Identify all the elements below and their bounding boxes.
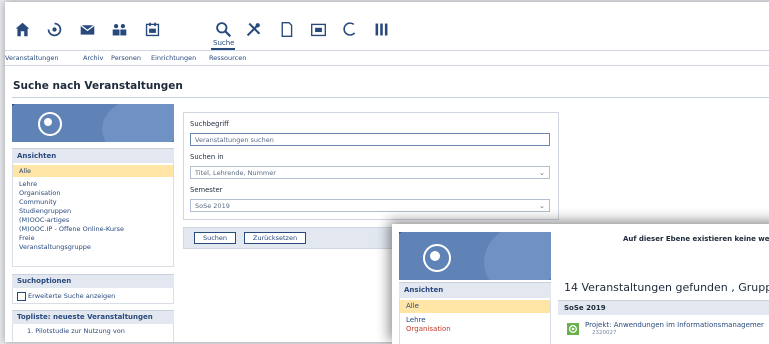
admin-icon[interactable] <box>371 19 391 39</box>
overlay-view-alle[interactable]: Alle <box>400 300 550 313</box>
overlay-sidebar-image <box>399 232 551 280</box>
overlay-views-widget: Alle Lehre Organisation <box>399 298 551 344</box>
overlay-views-header: Ansichten <box>399 282 551 298</box>
search-in-value: Titel, Lehrende, Nummer <box>195 169 276 177</box>
tools-icon[interactable] <box>243 19 263 39</box>
view-item-studiengruppen[interactable]: Studiengruppen <box>19 207 71 215</box>
toplist-header: Topliste: neueste Veranstaltungen <box>12 310 174 324</box>
divider <box>12 97 769 98</box>
view-item-mooc-ip[interactable]: (M)OOC.IP - Offene Online-Kurse <box>19 225 124 233</box>
extended-search-label[interactable]: Erweiterte Suche anzeigen <box>28 292 115 300</box>
view-item-community[interactable]: Community <box>19 198 57 206</box>
toplist-widget: 1. Pilotstudie zur Nutzung von <box>12 324 174 342</box>
search-button[interactable]: Suchen <box>194 232 236 244</box>
chevron-down-icon: ⌄ <box>539 202 545 210</box>
toplist-item[interactable]: 1. Pilotstudie zur Nutzung von <box>27 327 125 335</box>
top-navigation-bar: Suche <box>5 2 769 51</box>
reset-button[interactable]: Zurücksetzen <box>244 232 306 244</box>
semester-label: Semester <box>190 186 223 194</box>
views-widget: Alle Lehre Organisation Community Studie… <box>12 163 174 267</box>
active-nav-label: Suche <box>213 39 235 47</box>
overlay-view-lehre[interactable]: Lehre <box>406 316 426 324</box>
view-item-alle[interactable]: Alle <box>13 165 173 177</box>
search-options-widget: Erweiterte Suche anzeigen <box>12 288 174 304</box>
search-in-label: Suchen in <box>190 153 224 161</box>
search-in-select[interactable]: Titel, Lehrende, Nummer ⌄ <box>190 166 550 179</box>
search-form: Suchbegriff Veranstaltungen suchen Suche… <box>183 112 559 220</box>
course-icon <box>567 323 579 335</box>
subnav-ressourcen[interactable]: Ressourcen <box>209 54 246 62</box>
semester-value: SoSe 2019 <box>195 202 230 210</box>
home-icon[interactable] <box>12 19 32 39</box>
search-options-header: Suchoptionen <box>12 274 174 288</box>
messages-icon[interactable] <box>77 19 97 39</box>
extended-search-checkbox[interactable] <box>17 292 26 301</box>
semester-select[interactable]: SoSe 2019 ⌄ <box>190 199 550 212</box>
subnav-einrichtungen[interactable]: Einrichtungen <box>151 54 196 62</box>
semester-group-header: SoSe 2019 <box>558 300 769 315</box>
page-title: Suche nach Veranstaltungen <box>13 80 183 92</box>
courses-icon[interactable] <box>308 19 328 39</box>
overlay-view-organisation[interactable]: Organisation <box>406 325 451 333</box>
view-item-lehre[interactable]: Lehre <box>19 180 37 188</box>
subnav-personen[interactable]: Personen <box>111 54 141 62</box>
view-item-veranstaltungsgruppe[interactable]: Veranstaltungsgruppe <box>19 243 91 251</box>
activity-icon[interactable] <box>44 19 64 39</box>
chevron-down-icon: ⌄ <box>539 169 545 177</box>
sub-navigation: Veranstaltungen Archiv Personen Einricht… <box>5 51 769 66</box>
subnav-veranstaltungen[interactable]: Veranstaltungen <box>5 54 58 62</box>
search-icon[interactable] <box>213 19 233 39</box>
overlay-window: Auf dieser Ebene existieren keine weiter… <box>392 224 769 344</box>
sidebar-image <box>12 104 174 142</box>
search-term-label: Suchbegriff <box>190 120 229 128</box>
community-icon[interactable] <box>109 19 129 39</box>
view-item-freie[interactable]: Freie <box>19 234 35 242</box>
files-icon[interactable] <box>276 19 296 39</box>
semester-group-label: SoSe 2019 <box>564 304 606 312</box>
overlay-notice: Auf dieser Ebene existieren keine weiter <box>623 235 769 243</box>
view-item-organisation[interactable]: Organisation <box>19 189 61 197</box>
subnav-archiv[interactable]: Archiv <box>83 54 103 62</box>
views-widget-header: Ansichten <box>12 148 174 163</box>
result-count: 14 Veranstaltungen gefunden , Gruppier <box>564 281 769 294</box>
course-number: 2320027 <box>592 330 617 336</box>
course-title-link[interactable]: Projekt: Anwendungen im Informationsmana… <box>585 321 764 329</box>
profile-icon[interactable] <box>142 19 162 39</box>
active-nav-indicator <box>211 48 235 50</box>
workplace-icon[interactable] <box>339 19 359 39</box>
search-input[interactable]: Veranstaltungen suchen <box>190 133 550 146</box>
view-item-mooc-artiges[interactable]: (M)OOC-artiges <box>19 216 69 224</box>
